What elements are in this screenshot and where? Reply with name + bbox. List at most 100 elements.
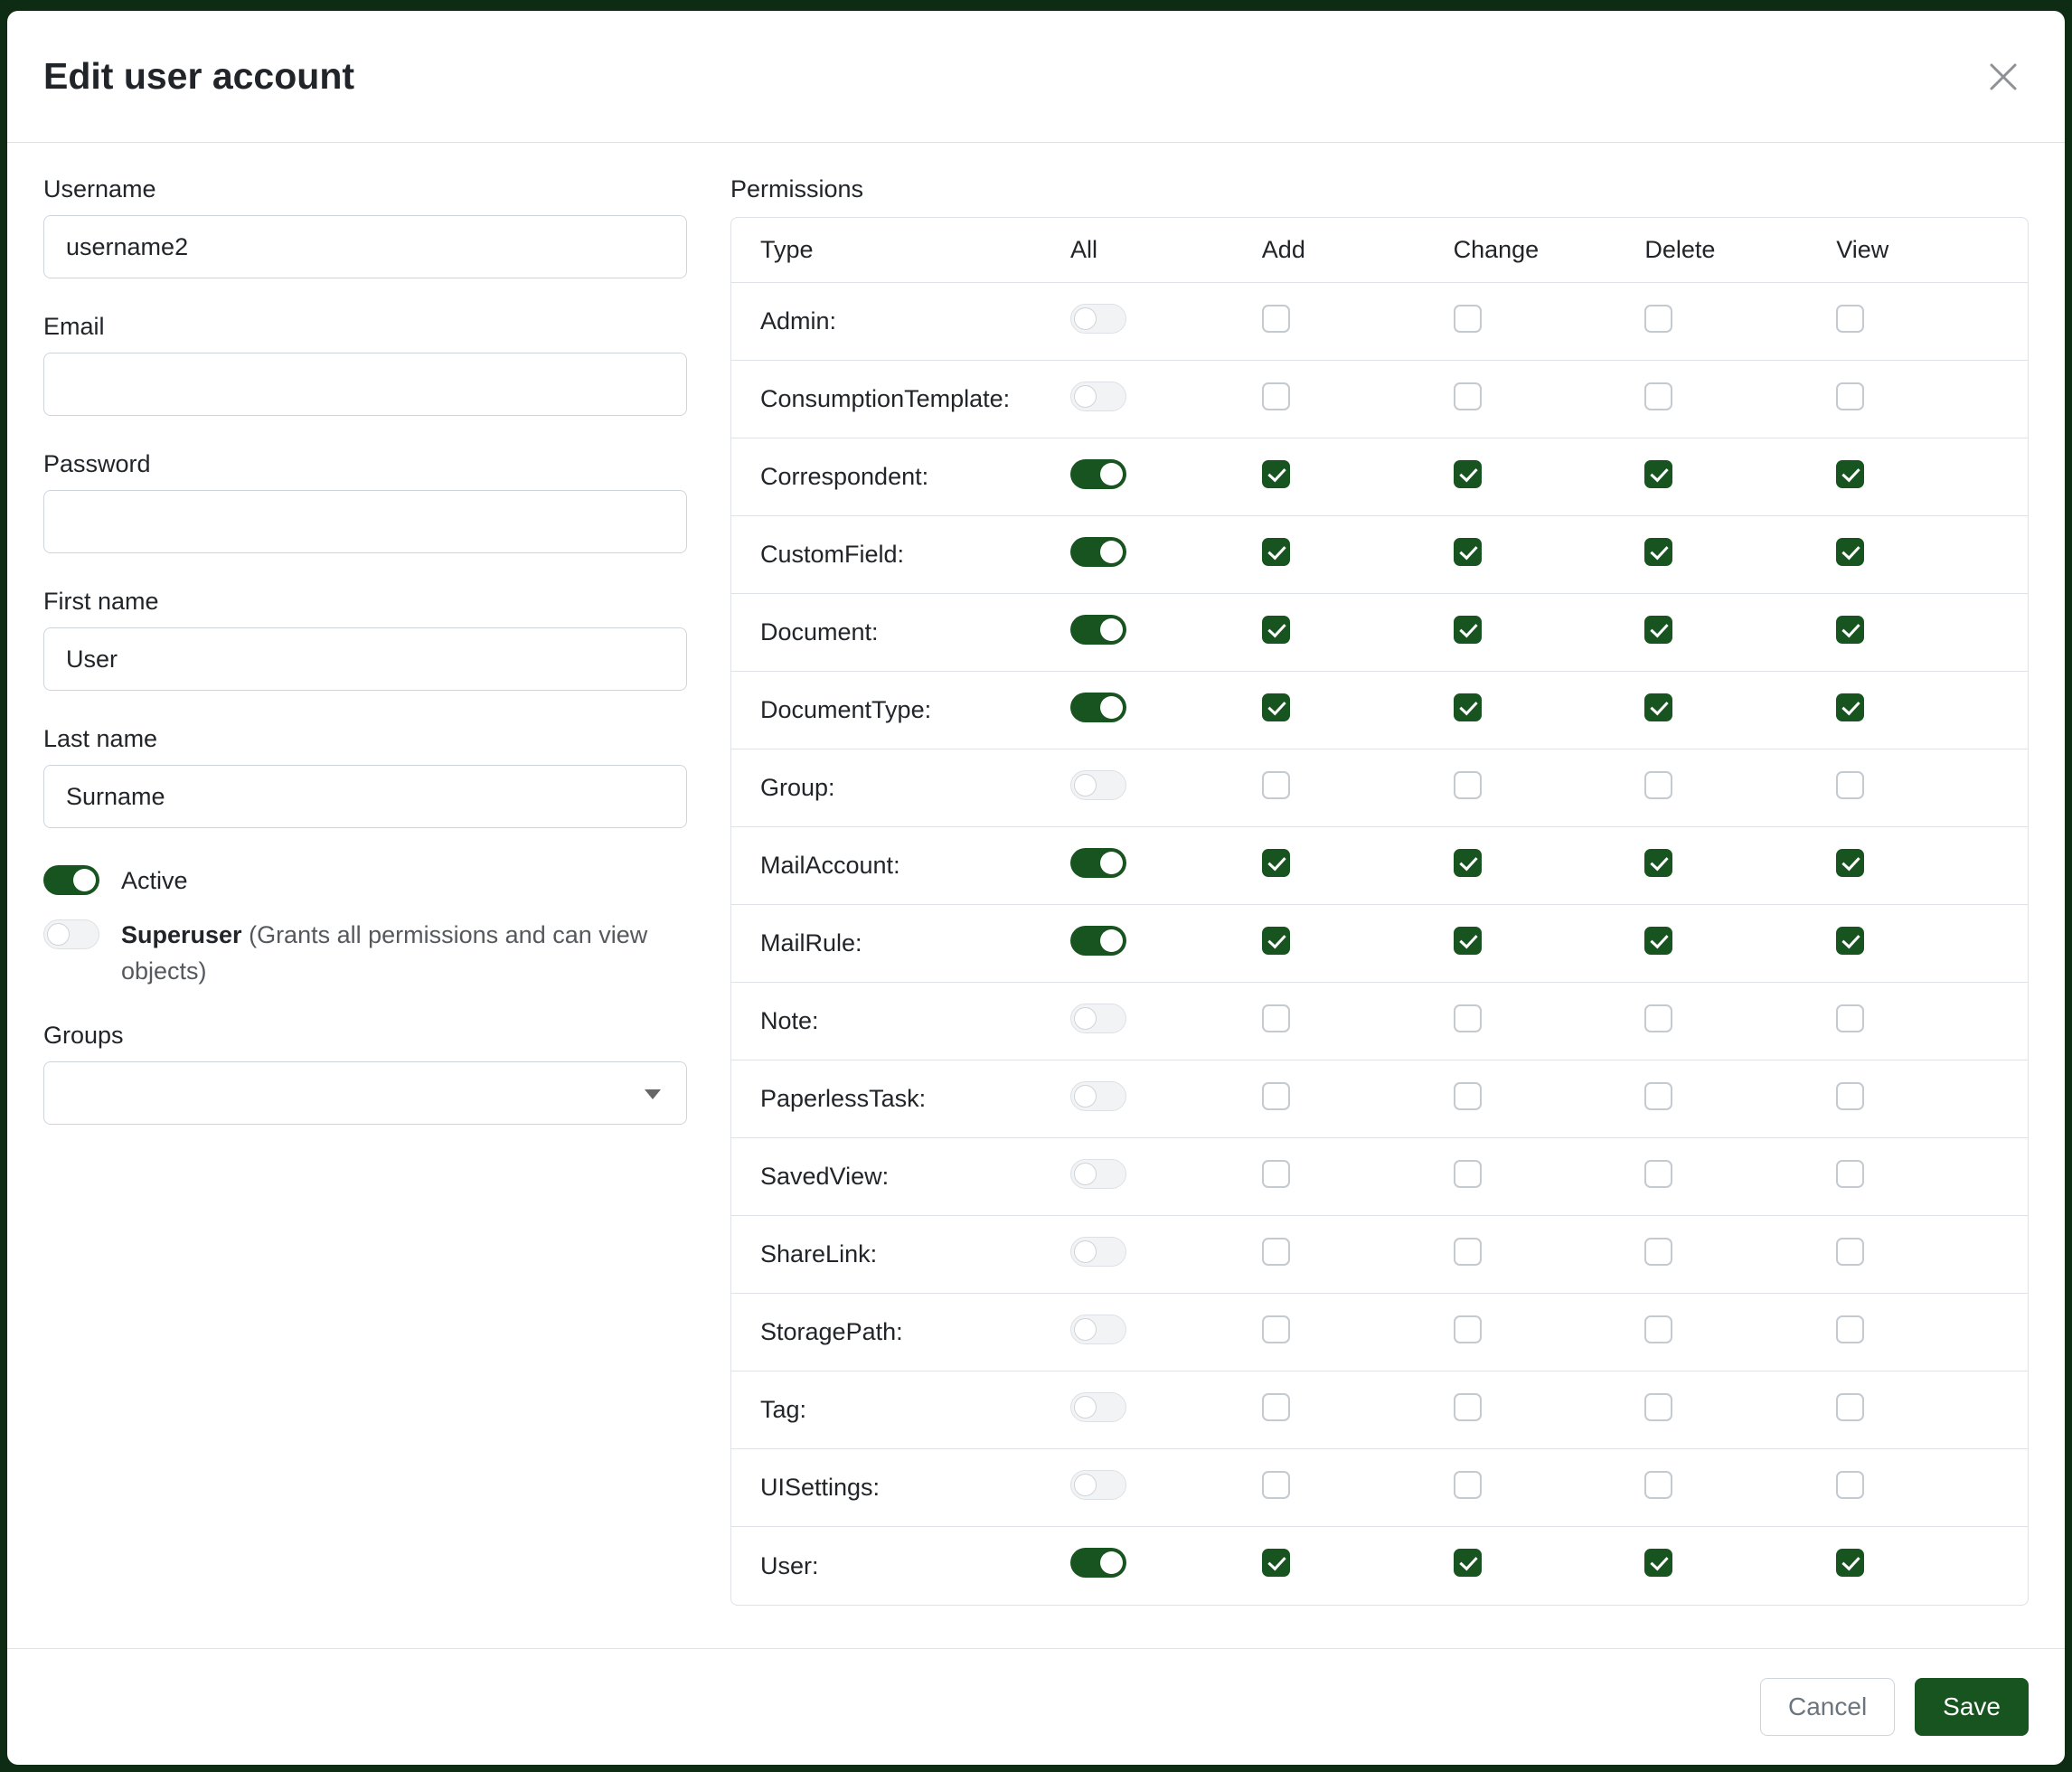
permission-add-checkbox[interactable] <box>1262 460 1290 488</box>
permission-delete-checkbox[interactable] <box>1644 1471 1672 1499</box>
permission-change-checkbox[interactable] <box>1454 460 1482 488</box>
permission-view-checkbox[interactable] <box>1836 1549 1864 1577</box>
permission-delete-checkbox[interactable] <box>1644 693 1672 721</box>
permission-all-toggle[interactable] <box>1070 693 1126 722</box>
permission-delete-checkbox[interactable] <box>1644 1160 1672 1188</box>
permission-view-checkbox[interactable] <box>1836 538 1864 566</box>
permission-delete-checkbox[interactable] <box>1644 1549 1672 1577</box>
email-label: Email <box>43 313 687 341</box>
permission-add-checkbox[interactable] <box>1262 1238 1290 1266</box>
permission-add-checkbox[interactable] <box>1262 1315 1290 1343</box>
permission-delete-checkbox[interactable] <box>1644 849 1672 877</box>
permission-view-checkbox[interactable] <box>1836 305 1864 333</box>
permission-view-checkbox[interactable] <box>1836 849 1864 877</box>
save-button[interactable]: Save <box>1915 1678 2029 1736</box>
permission-view-checkbox[interactable] <box>1836 1315 1864 1343</box>
permission-add-checkbox[interactable] <box>1262 1393 1290 1421</box>
last-name-input[interactable] <box>43 765 687 828</box>
permission-all-toggle[interactable] <box>1070 537 1126 567</box>
permission-add-checkbox[interactable] <box>1262 1160 1290 1188</box>
permission-change-checkbox[interactable] <box>1454 849 1482 877</box>
permission-all-toggle[interactable] <box>1070 1159 1126 1189</box>
permission-change-checkbox[interactable] <box>1454 1082 1482 1110</box>
permission-view-checkbox[interactable] <box>1836 693 1864 721</box>
permission-add-checkbox[interactable] <box>1262 305 1290 333</box>
password-input[interactable] <box>43 490 687 553</box>
permission-change-checkbox[interactable] <box>1454 305 1482 333</box>
permission-all-toggle[interactable] <box>1070 1470 1126 1500</box>
permission-delete-checkbox[interactable] <box>1644 460 1672 488</box>
permission-delete-checkbox[interactable] <box>1644 927 1672 955</box>
active-toggle[interactable] <box>43 865 99 895</box>
permission-change-checkbox[interactable] <box>1454 1471 1482 1499</box>
permission-add-checkbox[interactable] <box>1262 382 1290 410</box>
permission-delete-checkbox[interactable] <box>1644 1393 1672 1421</box>
permission-all-toggle[interactable] <box>1070 926 1126 956</box>
permission-add-checkbox[interactable] <box>1262 538 1290 566</box>
permission-view-checkbox[interactable] <box>1836 927 1864 955</box>
permission-view-checkbox[interactable] <box>1836 382 1864 410</box>
permission-delete-checkbox[interactable] <box>1644 771 1672 799</box>
permission-add-checkbox[interactable] <box>1262 1471 1290 1499</box>
permission-all-toggle[interactable] <box>1070 1081 1126 1111</box>
permission-change-checkbox[interactable] <box>1454 538 1482 566</box>
permission-all-toggle[interactable] <box>1070 1237 1126 1267</box>
permission-change-checkbox[interactable] <box>1454 1160 1482 1188</box>
permission-add-checkbox[interactable] <box>1262 1082 1290 1110</box>
permission-all-toggle[interactable] <box>1070 1392 1126 1422</box>
permission-change-checkbox[interactable] <box>1454 927 1482 955</box>
permission-view-checkbox[interactable] <box>1836 1082 1864 1110</box>
permission-view-checkbox[interactable] <box>1836 1238 1864 1266</box>
username-input[interactable] <box>43 215 687 278</box>
permission-delete-checkbox[interactable] <box>1644 382 1672 410</box>
permission-view-checkbox[interactable] <box>1836 771 1864 799</box>
permission-delete-checkbox[interactable] <box>1644 616 1672 644</box>
modal-body: Username Email Password First name Last … <box>7 143 2065 1648</box>
first-name-input[interactable] <box>43 627 687 691</box>
permission-change-checkbox[interactable] <box>1454 1549 1482 1577</box>
permission-all-toggle[interactable] <box>1070 382 1126 411</box>
permission-all-toggle[interactable] <box>1070 1315 1126 1344</box>
cancel-button[interactable]: Cancel <box>1760 1678 1895 1736</box>
permission-add-checkbox[interactable] <box>1262 693 1290 721</box>
email-input[interactable] <box>43 353 687 416</box>
permission-all-toggle[interactable] <box>1070 615 1126 645</box>
permission-delete-checkbox[interactable] <box>1644 1004 1672 1032</box>
permission-view-checkbox[interactable] <box>1836 1160 1864 1188</box>
permission-change-checkbox[interactable] <box>1454 616 1482 644</box>
permission-view-checkbox[interactable] <box>1836 616 1864 644</box>
close-icon[interactable] <box>1982 55 2025 99</box>
permission-all-toggle[interactable] <box>1070 1004 1126 1033</box>
permission-view-checkbox[interactable] <box>1836 1393 1864 1421</box>
permission-all-toggle[interactable] <box>1070 304 1126 334</box>
permission-add-checkbox[interactable] <box>1262 1549 1290 1577</box>
permission-change-checkbox[interactable] <box>1454 771 1482 799</box>
permission-delete-checkbox[interactable] <box>1644 538 1672 566</box>
permission-add-checkbox[interactable] <box>1262 616 1290 644</box>
permission-change-checkbox[interactable] <box>1454 1238 1482 1266</box>
permission-all-toggle[interactable] <box>1070 848 1126 878</box>
permission-all-toggle[interactable] <box>1070 459 1126 489</box>
permission-row: PaperlessTask: <box>731 1060 2028 1138</box>
toggle-knob <box>1100 696 1123 719</box>
permission-change-checkbox[interactable] <box>1454 693 1482 721</box>
permission-change-checkbox[interactable] <box>1454 382 1482 410</box>
permission-all-toggle[interactable] <box>1070 1548 1126 1578</box>
permission-add-checkbox[interactable] <box>1262 1004 1290 1032</box>
permission-view-checkbox[interactable] <box>1836 460 1864 488</box>
permission-add-checkbox[interactable] <box>1262 849 1290 877</box>
permission-change-checkbox[interactable] <box>1454 1004 1482 1032</box>
permission-view-checkbox[interactable] <box>1836 1471 1864 1499</box>
permission-view-checkbox[interactable] <box>1836 1004 1864 1032</box>
permission-change-checkbox[interactable] <box>1454 1393 1482 1421</box>
permission-change-checkbox[interactable] <box>1454 1315 1482 1343</box>
permission-delete-checkbox[interactable] <box>1644 1315 1672 1343</box>
permission-all-toggle[interactable] <box>1070 770 1126 800</box>
permission-delete-checkbox[interactable] <box>1644 305 1672 333</box>
superuser-toggle[interactable] <box>43 919 99 949</box>
groups-select[interactable] <box>43 1061 687 1125</box>
permission-delete-checkbox[interactable] <box>1644 1238 1672 1266</box>
permission-delete-checkbox[interactable] <box>1644 1082 1672 1110</box>
permission-add-checkbox[interactable] <box>1262 771 1290 799</box>
permission-add-checkbox[interactable] <box>1262 927 1290 955</box>
